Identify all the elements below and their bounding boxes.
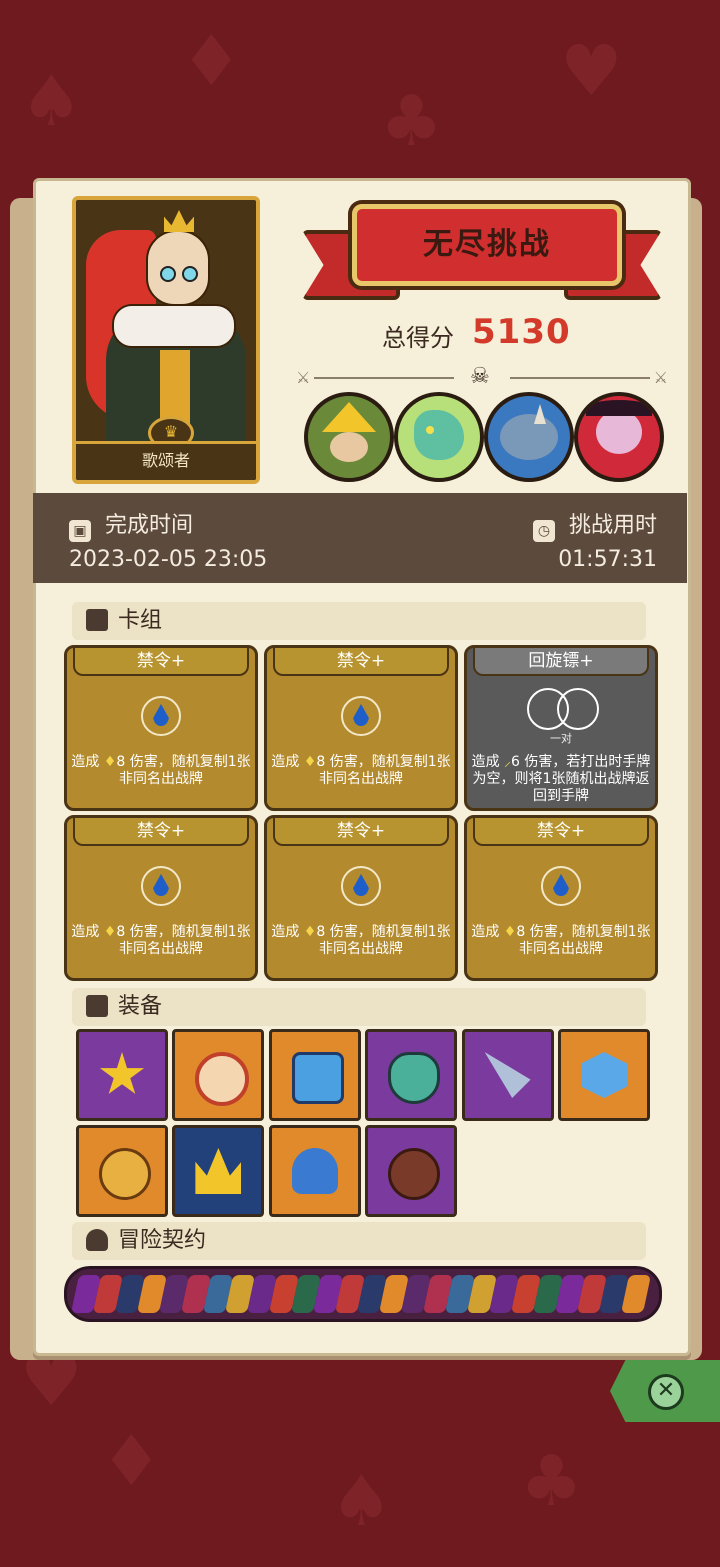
equipment-slot[interactable] [172, 1125, 265, 1217]
gem-icon: ♦ [103, 924, 117, 940]
water-drop-icon [541, 866, 581, 906]
water-drop-icon [141, 696, 181, 736]
card-description: 造成 ♦8 伤害，随机复制1张非同名出战牌 [271, 754, 451, 787]
page-title: 无尽挑战 [352, 204, 622, 286]
card-description: 造成 ♦8 伤害，随机复制1张非同名出战牌 [471, 924, 651, 957]
equipment-section-header: 装备 [72, 988, 646, 1026]
duration-value: 01:57:31 [558, 547, 657, 572]
golden-crown-icon [195, 1148, 242, 1194]
scroll-icon [86, 1229, 108, 1251]
water-drop-icon [341, 866, 381, 906]
pair-rings-icon [527, 688, 599, 730]
calendar-icon: ▣ [69, 520, 91, 542]
sword-icon: ⚔ [653, 368, 668, 387]
card-description: 造成 ♦8 伤害，随机复制1张非同名出战牌 [271, 924, 451, 957]
gem-icon: ♦ [503, 924, 517, 940]
boss-portrait-rhino [484, 392, 574, 482]
result-info-bar: ▣ 完成时间 2023-02-05 23:05 ◷ 挑战用时 01:57:31 [33, 493, 687, 583]
wooden-button-icon [388, 1148, 441, 1200]
card-title: 禁令+ [73, 648, 249, 676]
demon-mask-icon [388, 1052, 441, 1104]
deck-section-header: 卡组 [72, 602, 646, 640]
contract-icon-strip[interactable] [64, 1266, 662, 1322]
title-banner: 无尽挑战 [302, 200, 662, 310]
deck-card[interactable]: 禁令+ 造成 ♦8 伤害，随机复制1张非同名出战牌 [64, 645, 258, 811]
gem-icon: ♦ [103, 754, 117, 770]
duration-label: 挑战用时 [568, 513, 657, 538]
deck-card[interactable]: 禁令+ 造成 ♦8 伤害，随机复制1张非同名出战牌 [64, 815, 258, 981]
equipment-slot[interactable] [365, 1125, 458, 1217]
ornament-divider: ⚔ ☠ ⚔ [296, 364, 668, 390]
deck-card[interactable]: 禁令+ 造成 ♦8 伤害，随机复制1张非同名出战牌 [464, 815, 658, 981]
skull-icon: ☠ [470, 364, 490, 389]
equipment-slot[interactable] [461, 1029, 554, 1121]
card-title: 禁令+ [73, 818, 249, 846]
crown-icon [164, 210, 194, 232]
water-drop-icon [341, 696, 381, 736]
lion-ring-icon [99, 1148, 151, 1200]
close-button[interactable]: ✕ [610, 1360, 720, 1422]
hero-name: 歌颂者 [76, 441, 256, 480]
gem-icon: ♦ [303, 924, 317, 940]
gem-icon: ⸝ [504, 754, 512, 770]
card-title: 回旋镖+ [473, 648, 649, 676]
score-value: 5130 [472, 312, 571, 352]
finish-time-label: 完成时间 [105, 513, 194, 538]
sword-icon: ⚔ [296, 368, 311, 387]
boss-portrait-wizard [304, 392, 394, 482]
equipment-slot[interactable] [172, 1029, 265, 1121]
contract-section-header: 冒险契约 [72, 1222, 646, 1260]
blue-mushroom-icon [291, 1148, 338, 1194]
equipment-slot[interactable] [76, 1029, 168, 1121]
card-description: 造成 ♦8 伤害，随机复制1张非同名出战牌 [71, 924, 251, 957]
boss-portrait-lizard [394, 392, 484, 482]
equipment-slot[interactable] [365, 1029, 458, 1121]
cards-icon [86, 609, 108, 631]
sun-cup-emblem-icon [99, 1052, 145, 1094]
blue-cube-icon [291, 1052, 344, 1104]
boss-portrait-vampire [574, 392, 664, 482]
close-icon: ✕ [648, 1374, 684, 1410]
score-label: 总得分 [382, 324, 454, 352]
box-icon [86, 995, 108, 1017]
equipment-slot[interactable] [268, 1029, 361, 1121]
water-drop-icon [141, 866, 181, 906]
stopwatch-icon: ◷ [532, 520, 555, 542]
gem-icon: ♦ [303, 754, 317, 770]
hero-portrait: ♛ 歌颂者 [72, 196, 260, 484]
card-description: 造成 ♦8 伤害，随机复制1张非同名出战牌 [71, 754, 251, 787]
equipment-slot[interactable] [76, 1125, 168, 1217]
card-title: 禁令+ [473, 818, 649, 846]
deck-card[interactable]: 回旋镖+ 一对造成 ⸝6 伤害，若打出时手牌为空，则将1张随机出战牌返回到手牌 [464, 645, 658, 811]
deck-card[interactable]: 禁令+ 造成 ♦8 伤害，随机复制1张非同名出战牌 [264, 815, 458, 981]
equipment-label: 装备 [118, 994, 163, 1019]
contract-label: 冒险契约 [118, 1228, 207, 1253]
drill-horn-icon [484, 1052, 531, 1098]
card-pair-label: 一对 [550, 732, 572, 745]
shield-ring-icon [195, 1052, 250, 1106]
frost-badge-icon [581, 1052, 627, 1098]
deck-label: 卡组 [118, 608, 163, 633]
equipment-slot[interactable] [268, 1125, 361, 1217]
equipment-slot[interactable] [558, 1029, 650, 1121]
finish-time-value: 2023-02-05 23:05 [69, 547, 268, 572]
card-description: 造成 ⸝6 伤害，若打出时手牌为空，则将1张随机出战牌返回到手牌 [471, 754, 651, 804]
card-title: 禁令+ [273, 648, 449, 676]
card-title: 禁令+ [273, 818, 449, 846]
deck-card[interactable]: 禁令+ 造成 ♦8 伤害，随机复制1张非同名出战牌 [264, 645, 458, 811]
